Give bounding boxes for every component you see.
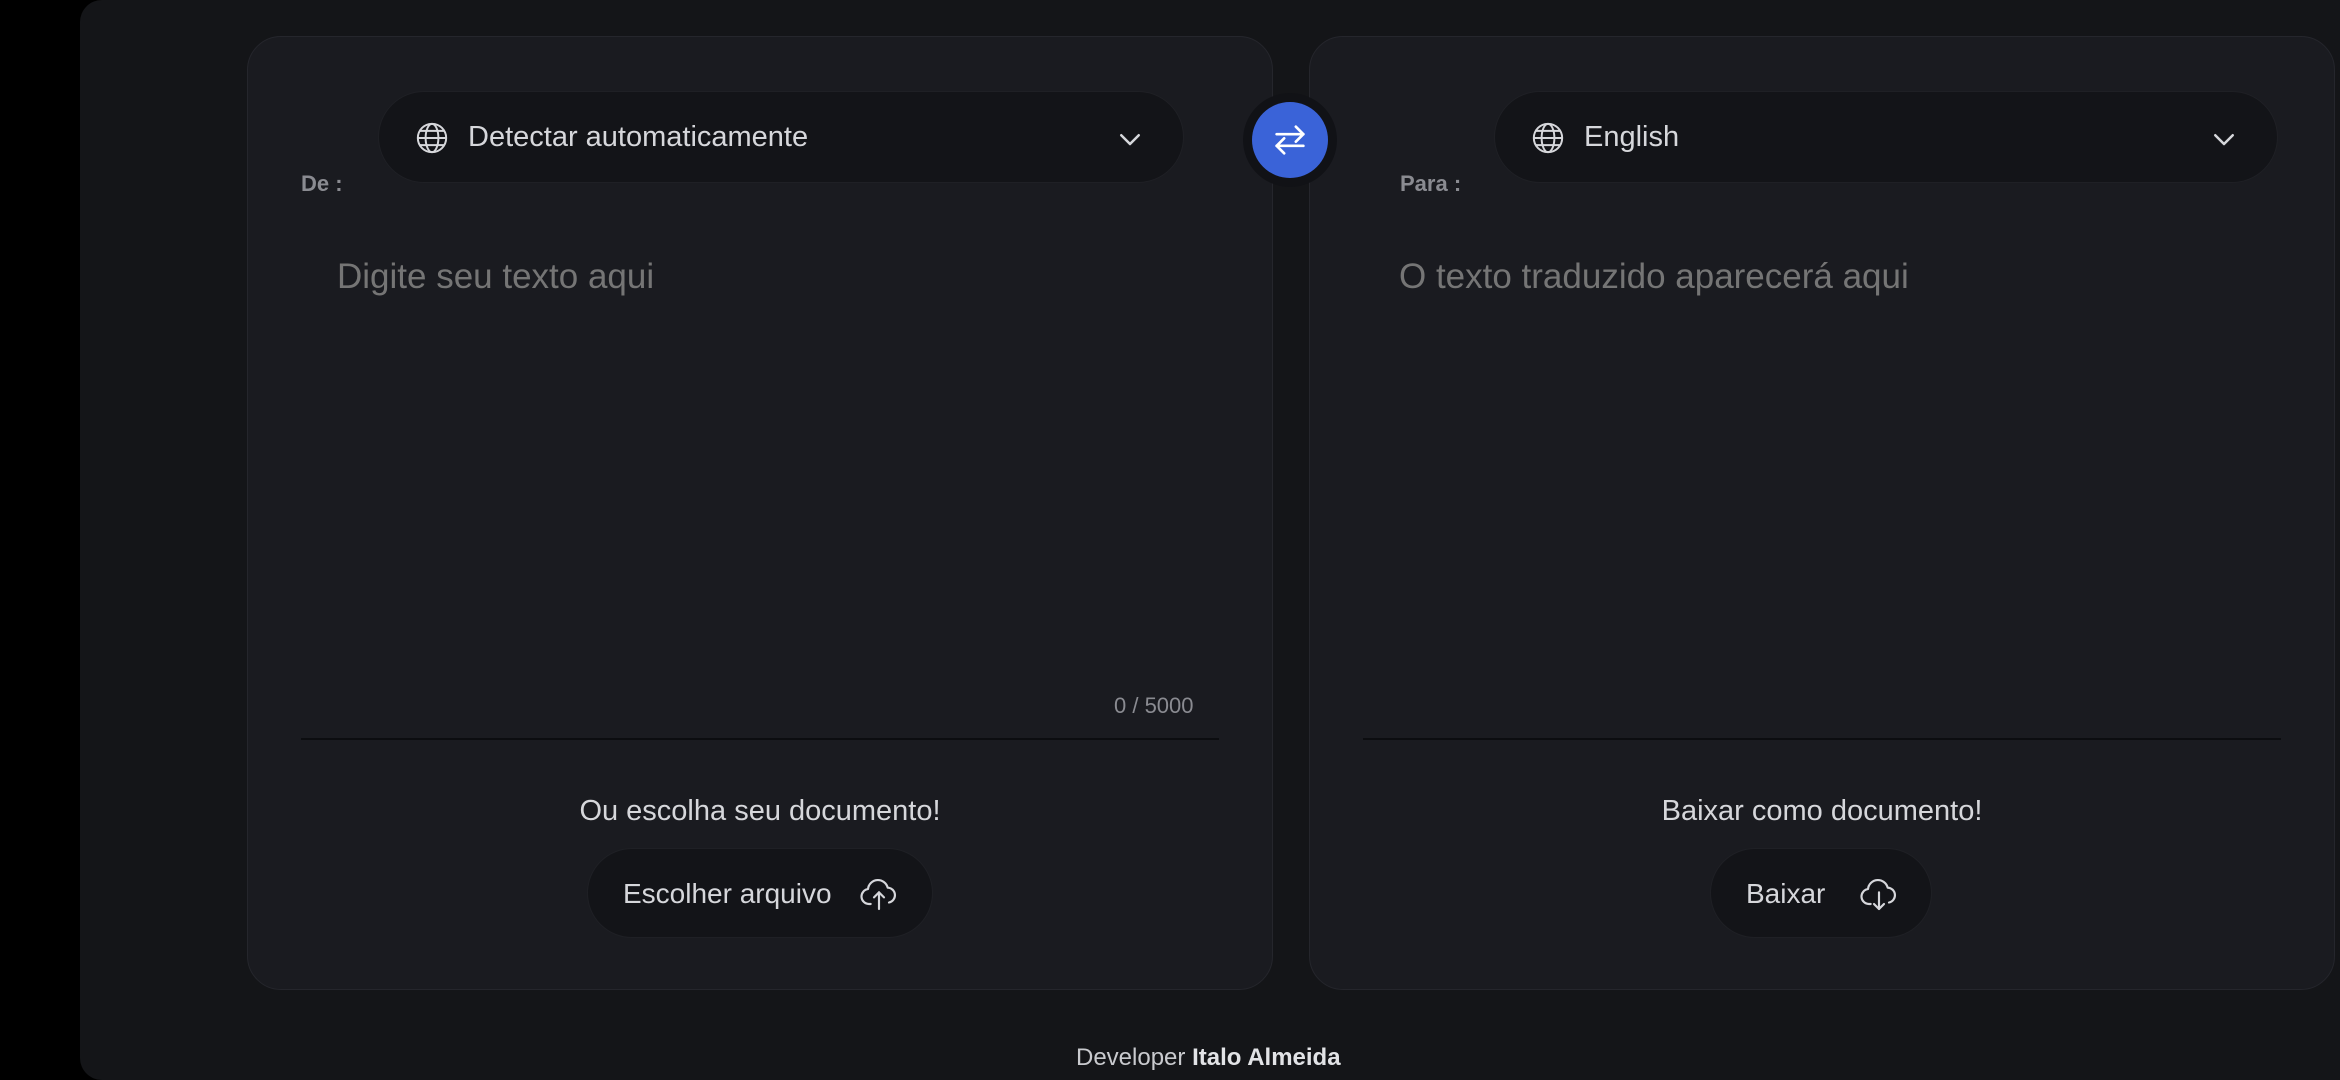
translated-text-output[interactable] [1399,255,2279,675]
source-language-label: De : [301,171,343,196]
cloud-download-icon [1860,878,1896,911]
upload-caption: Ou escolha seu documento! [579,795,941,827]
download-button[interactable]: Baixar [1710,848,1932,938]
character-counter: 0 / 5000 [1114,693,1194,718]
target-language-label: Para : [1400,171,1462,196]
swap-languages-button[interactable] [1252,102,1328,178]
source-language-value: Detectar automaticamente [468,121,809,153]
source-panel: De : Detectar automaticamente 0 / 5000 O… [247,36,1273,990]
footer-author: Italo Almeida [1192,1044,1341,1071]
download-label: Baixar [1746,878,1826,909]
source-language-select[interactable]: Detectar automaticamente [378,91,1184,183]
footer-prefix: Developer [1076,1044,1186,1071]
choose-file-button[interactable]: Escolher arquivo [587,848,933,938]
globe-icon [1532,122,1564,154]
swap-arrows-icon [1275,125,1305,155]
divider [1363,738,2281,740]
footer-credit: Developer Italo Almeida [1076,1043,1341,1073]
target-panel: Para : English Baixar como documento! Ba… [1309,36,2335,990]
globe-icon [416,122,448,154]
target-language-value: English [1584,121,1680,153]
app-background: De : Detectar automaticamente 0 / 5000 O… [80,0,2340,1080]
chevron-down-icon [1120,134,1140,146]
target-language-select[interactable]: English [1494,91,2278,183]
chevron-down-icon [2214,134,2234,146]
cloud-upload-icon [860,878,896,911]
source-text-input[interactable] [337,255,1217,675]
swap-button-ring [1243,93,1337,187]
choose-file-label: Escolher arquivo [623,878,832,909]
download-caption: Baixar como documento! [1661,795,1983,827]
divider [301,738,1219,740]
